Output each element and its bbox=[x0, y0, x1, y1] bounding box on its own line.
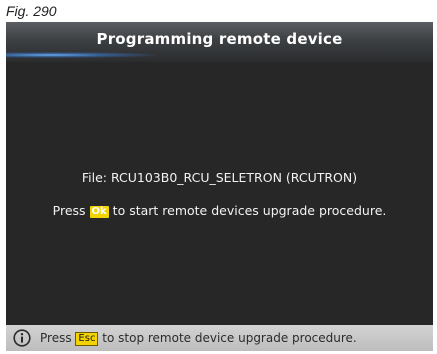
start-instruction: Press Ok to start remote devices upgrade… bbox=[6, 201, 433, 221]
status-bar: Press Esc to stop remote device upgrade … bbox=[6, 325, 433, 351]
device-screen: Programming remote device File: RCU103B0… bbox=[6, 22, 433, 351]
figure-caption: Fig. 290 bbox=[6, 3, 57, 19]
status-message: Press Esc to stop remote device upgrade … bbox=[40, 325, 357, 351]
info-icon bbox=[13, 329, 31, 347]
start-instruction-suffix: to start remote devices upgrade procedur… bbox=[112, 203, 387, 218]
status-suffix: to stop remote device upgrade procedure. bbox=[102, 331, 357, 345]
title-highlight bbox=[6, 52, 156, 58]
screen-title: Programming remote device bbox=[96, 30, 343, 48]
esc-key-badge: Esc bbox=[75, 332, 99, 346]
status-prefix: Press bbox=[40, 331, 72, 345]
file-name-line: File: RCU103B0_RCU_SELETRON (RCUTRON) bbox=[81, 170, 358, 185]
title-bar: Programming remote device bbox=[6, 22, 433, 62]
message-area: File: RCU103B0_RCU_SELETRON (RCUTRON) Pr… bbox=[6, 167, 433, 221]
start-instruction-prefix: Press bbox=[52, 203, 86, 218]
ok-key-badge: Ok bbox=[89, 206, 109, 218]
